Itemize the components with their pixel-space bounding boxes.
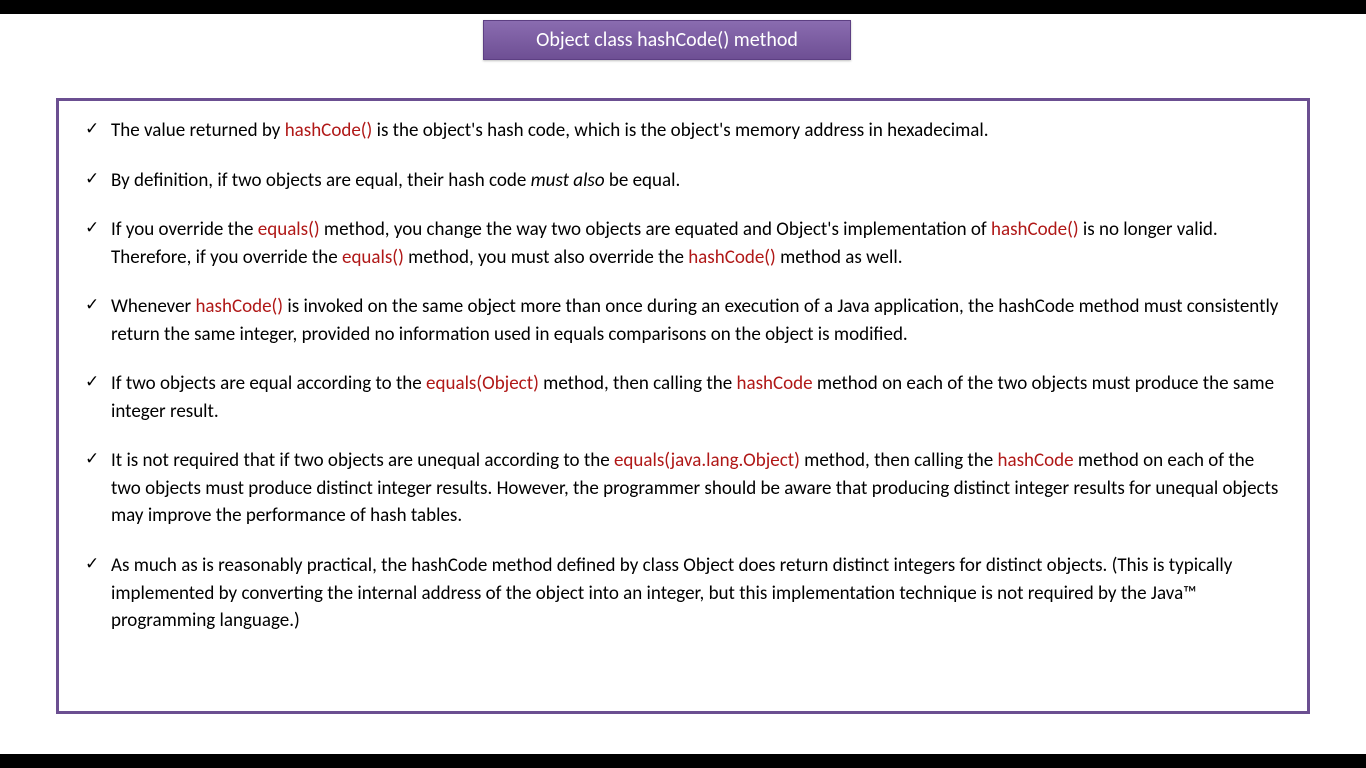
list-item: The value returned by hashCode() is the … — [83, 117, 1283, 145]
list-item: By definition, if two objects are equal,… — [83, 167, 1283, 195]
slide-title-badge: Object class hashCode() method — [483, 20, 851, 60]
text: If you override the — [111, 218, 258, 241]
text: method, you change the way two objects a… — [320, 218, 991, 241]
text: method, then calling the — [800, 449, 998, 472]
text: method as well. — [776, 246, 903, 269]
italic-text: must also — [531, 169, 605, 192]
list-item: As much as is reasonably practical, the … — [83, 552, 1283, 635]
keyword-hashcode: hashCode() — [991, 218, 1079, 241]
text: By definition, if two objects are equal,… — [111, 169, 531, 192]
slide-title: Object class hashCode() method — [536, 28, 798, 52]
text: Whenever — [111, 295, 195, 318]
keyword-equals-object: equals(Object) — [426, 372, 539, 395]
text: As much as is reasonably practical, the … — [111, 554, 1232, 632]
text: is the object's hash code, which is the … — [372, 119, 988, 142]
text: method, then calling the — [539, 372, 737, 395]
list-item: If two objects are equal according to th… — [83, 370, 1283, 425]
text: If two objects are equal according to th… — [111, 372, 426, 395]
text: method, you must also override the — [404, 246, 688, 269]
keyword-hashcode: hashCode() — [285, 119, 373, 142]
letterbox-top — [0, 0, 1366, 14]
bullet-list: The value returned by hashCode() is the … — [83, 117, 1283, 635]
list-item: Whenever hashCode() is invoked on the sa… — [83, 293, 1283, 348]
text: It is not required that if two objects a… — [111, 449, 614, 472]
keyword-hashcode-noparen: hashCode — [998, 449, 1074, 472]
list-item: It is not required that if two objects a… — [83, 447, 1283, 530]
keyword-hashcode: hashCode() — [688, 246, 776, 269]
text: The value returned by — [111, 119, 285, 142]
keyword-hashcode-noparen: hashCode — [737, 372, 813, 395]
text: be equal. — [605, 169, 681, 192]
keyword-hashcode: hashCode() — [195, 295, 283, 318]
keyword-equals-jlo: equals(java.lang.Object) — [614, 449, 800, 472]
keyword-equals: equals() — [258, 218, 320, 241]
letterbox-bottom — [0, 754, 1366, 768]
content-panel: The value returned by hashCode() is the … — [56, 98, 1310, 714]
text: is invoked on the same object more than … — [111, 295, 1278, 346]
list-item: If you override the equals() method, you… — [83, 216, 1283, 271]
keyword-equals: equals() — [342, 246, 404, 269]
